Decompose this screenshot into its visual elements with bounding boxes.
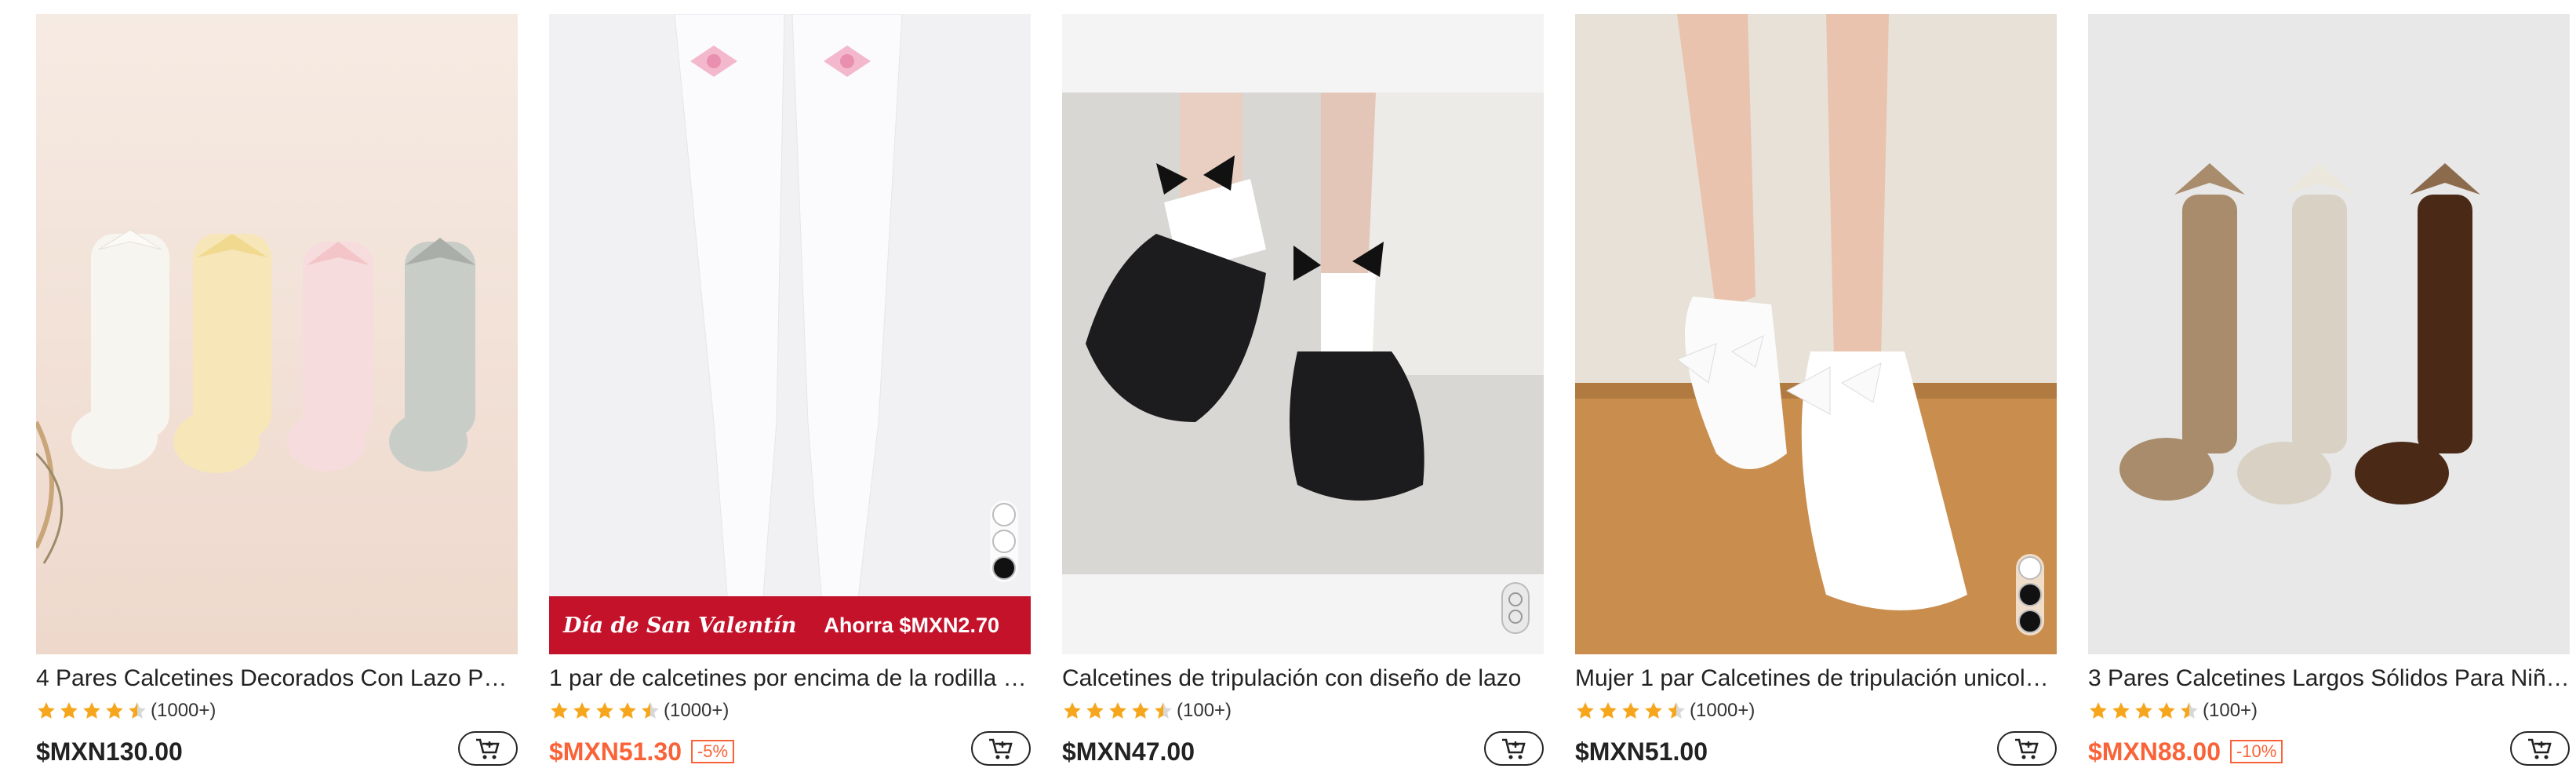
color-swatch[interactable] (2018, 610, 2042, 633)
product-price: $MXN51.00 (1575, 737, 1708, 766)
cart-add-icon (476, 738, 500, 759)
star-icon (60, 702, 78, 719)
color-swatches[interactable] (990, 501, 1018, 582)
star-icon (1064, 702, 1081, 719)
star-icon (1645, 702, 1662, 719)
cart-add-icon (1502, 738, 1526, 759)
cart-add-icon (989, 738, 1013, 759)
product-card[interactable]: 3 Pares Calcetines Largos Sólidos Para N… (2088, 14, 2570, 772)
product-price: $MXN47.00 (1062, 737, 1195, 766)
add-to-cart-button[interactable] (1484, 731, 1544, 766)
review-count: (1000+) (1690, 700, 1756, 721)
product-rating: (1000+) (36, 698, 518, 723)
product-grid: 4 Pares Calcetines Decorados Con Lazo Pa… (36, 14, 2570, 772)
review-count: (100+) (1177, 700, 1232, 721)
product-rating: (1000+) (1575, 698, 2057, 723)
discount-badge: -5% (690, 740, 735, 763)
product-card[interactable]: 4 Pares Calcetines Decorados Con Lazo Pa… (36, 14, 518, 772)
product-price: $MXN51.30 (549, 737, 682, 766)
star-rating (549, 701, 660, 721)
star-icon (1155, 702, 1172, 719)
product-title[interactable]: 3 Pares Calcetines Largos Sólidos Para N… (2088, 664, 2570, 694)
carousel-dot[interactable] (1508, 610, 1523, 624)
add-to-cart-button[interactable] (1997, 731, 2057, 766)
star-icon (2135, 702, 2152, 719)
star-icon (619, 702, 636, 719)
promo-savings-label: Ahorra $MXN2.70 (824, 613, 999, 637)
star-icon (551, 702, 568, 719)
star-icon (1577, 702, 1594, 719)
star-icon (1668, 702, 1685, 719)
product-title[interactable]: Calcetines de tripulación con diseño de … (1062, 664, 1544, 694)
star-rating (36, 701, 147, 721)
product-title[interactable]: 4 Pares Calcetines Decorados Con Lazo Pa… (36, 664, 518, 694)
promo-event-label: Día de San Valentín (563, 613, 797, 638)
star-icon (2158, 702, 2175, 719)
review-count: (1000+) (151, 700, 216, 721)
star-icon (1132, 702, 1149, 719)
price-row: $MXN130.00 (36, 731, 518, 772)
review-count: (100+) (2203, 700, 2258, 721)
product-rating: (100+) (1062, 698, 1544, 723)
product-image[interactable] (1062, 14, 1544, 654)
product-title[interactable]: 1 par de calcetines por encima de la rod… (549, 664, 1031, 694)
product-rating: (1000+) (549, 698, 1031, 723)
product-card[interactable]: Día de San Valentín Ahorra $MXN2.70 1 pa… (549, 14, 1031, 772)
star-icon (1599, 702, 1617, 719)
star-icon (38, 702, 55, 719)
color-swatch[interactable] (992, 503, 1016, 526)
color-swatches[interactable] (2016, 554, 2044, 635)
star-icon (1622, 702, 1639, 719)
color-swatch[interactable] (2018, 556, 2042, 580)
color-swatch[interactable] (992, 530, 1016, 553)
star-icon (1109, 702, 1126, 719)
add-to-cart-button[interactable] (971, 731, 1031, 766)
product-image[interactable]: Día de San Valentín Ahorra $MXN2.70 (549, 14, 1031, 654)
image-carousel-indicator[interactable] (1501, 582, 1530, 634)
star-icon (2181, 702, 2198, 719)
product-image[interactable] (1575, 14, 2057, 654)
product-title[interactable]: Mujer 1 par Calcetines de tripulación un… (1575, 664, 2057, 694)
carousel-dot[interactable] (1508, 592, 1523, 606)
price-row: $MXN47.00 (1062, 731, 1544, 772)
cart-add-icon (2528, 738, 2552, 759)
add-to-cart-button[interactable] (2510, 731, 2570, 766)
product-card[interactable]: Mujer 1 par Calcetines de tripulación un… (1575, 14, 2057, 772)
product-price: $MXN88.00 (2088, 737, 2221, 766)
cart-add-icon (2015, 738, 2039, 759)
discount-badge: -10% (2229, 740, 2283, 763)
product-card[interactable]: Calcetines de tripulación con diseño de … (1062, 14, 1544, 772)
add-to-cart-button[interactable] (458, 731, 518, 766)
star-icon (642, 702, 659, 719)
star-icon (83, 702, 100, 719)
star-icon (106, 702, 123, 719)
star-rating (1062, 701, 1173, 721)
price-row: $MXN51.00 (1575, 731, 2057, 772)
promo-banner: Día de San Valentín Ahorra $MXN2.70 (549, 596, 1031, 654)
product-image[interactable] (36, 14, 518, 654)
star-icon (596, 702, 613, 719)
star-rating (1575, 701, 1686, 721)
price-row: $MXN51.30 -5% (549, 731, 1031, 772)
star-icon (2112, 702, 2130, 719)
star-icon (573, 702, 591, 719)
color-swatch[interactable] (2018, 583, 2042, 606)
product-price: $MXN130.00 (36, 737, 183, 766)
review-count: (1000+) (664, 700, 730, 721)
product-image[interactable] (2088, 14, 2570, 654)
star-rating (2088, 701, 2199, 721)
star-icon (129, 702, 146, 719)
color-swatch[interactable] (992, 556, 1016, 580)
price-row: $MXN88.00 -10% (2088, 731, 2570, 772)
star-icon (1086, 702, 1104, 719)
star-icon (2090, 702, 2107, 719)
product-rating: (100+) (2088, 698, 2570, 723)
